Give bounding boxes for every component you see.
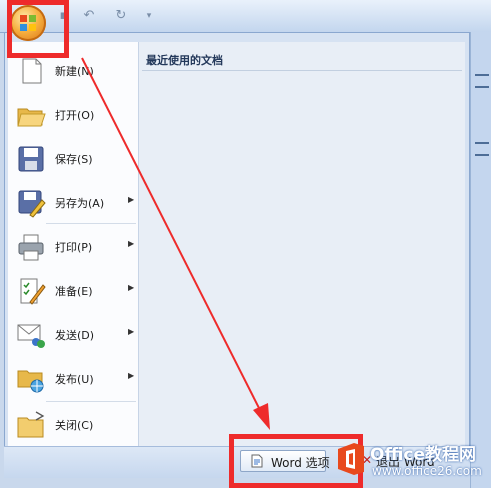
annotation-arrow <box>81 57 270 430</box>
watermark-brand: Office教程网 <box>370 445 477 465</box>
highlight-office-button <box>7 0 69 58</box>
office-watermark-logo-icon <box>338 443 364 475</box>
watermark-url: www.office26.com <box>372 464 482 478</box>
watermark: Office教程网 www.office26.com <box>336 438 491 484</box>
